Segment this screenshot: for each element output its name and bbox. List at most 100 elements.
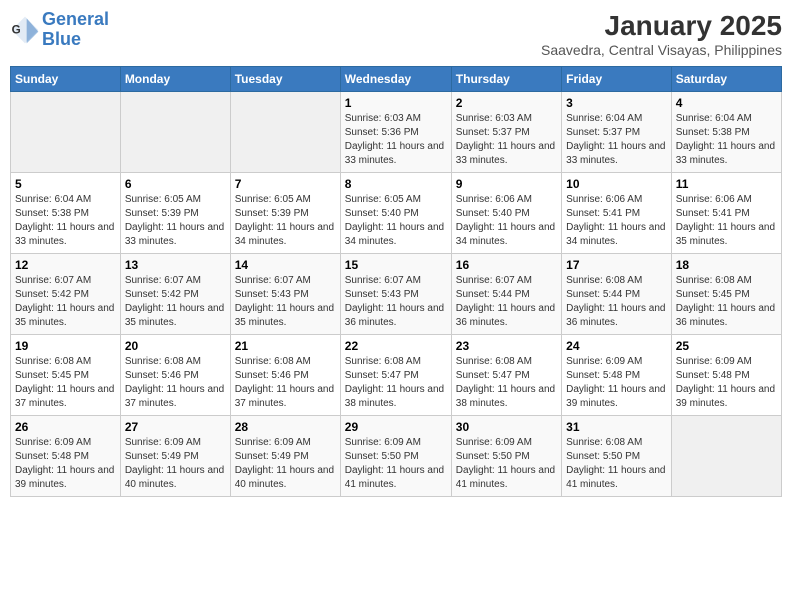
- day-info: Sunrise: 6:06 AM Sunset: 5:40 PM Dayligh…: [456, 193, 557, 249]
- cell-0-0: [11, 92, 121, 173]
- logo: G GeneralBlue: [10, 10, 109, 50]
- cell-3-3: 22 Sunrise: 6:08 AM Sunset: 5:47 PM Dayl…: [340, 335, 451, 416]
- day-number: 10: [566, 177, 667, 191]
- cell-3-0: 19 Sunrise: 6:08 AM Sunset: 5:45 PM Dayl…: [11, 335, 121, 416]
- week-row-1: 1 Sunrise: 6:03 AM Sunset: 5:36 PM Dayli…: [11, 92, 782, 173]
- subtitle: Saavedra, Central Visayas, Philippines: [541, 42, 782, 58]
- calendar-body: 1 Sunrise: 6:03 AM Sunset: 5:36 PM Dayli…: [11, 92, 782, 497]
- cell-2-1: 13 Sunrise: 6:07 AM Sunset: 5:42 PM Dayl…: [120, 254, 230, 335]
- day-info: Sunrise: 6:09 AM Sunset: 5:49 PM Dayligh…: [235, 436, 336, 492]
- day-info: Sunrise: 6:08 AM Sunset: 5:45 PM Dayligh…: [15, 355, 116, 411]
- day-info: Sunrise: 6:09 AM Sunset: 5:49 PM Dayligh…: [125, 436, 226, 492]
- weekday-row: Sunday Monday Tuesday Wednesday Thursday…: [11, 67, 782, 92]
- day-info: Sunrise: 6:07 AM Sunset: 5:44 PM Dayligh…: [456, 274, 557, 330]
- day-number: 5: [15, 177, 116, 191]
- day-number: 21: [235, 339, 336, 353]
- day-number: 1: [345, 96, 447, 110]
- calendar-table: Sunday Monday Tuesday Wednesday Thursday…: [10, 66, 782, 497]
- day-number: 27: [125, 420, 226, 434]
- day-info: Sunrise: 6:03 AM Sunset: 5:36 PM Dayligh…: [345, 112, 447, 168]
- day-number: 22: [345, 339, 447, 353]
- calendar-header: Sunday Monday Tuesday Wednesday Thursday…: [11, 67, 782, 92]
- day-info: Sunrise: 6:06 AM Sunset: 5:41 PM Dayligh…: [566, 193, 667, 249]
- day-number: 3: [566, 96, 667, 110]
- day-info: Sunrise: 6:08 AM Sunset: 5:46 PM Dayligh…: [235, 355, 336, 411]
- header-wednesday: Wednesday: [340, 67, 451, 92]
- cell-2-2: 14 Sunrise: 6:07 AM Sunset: 5:43 PM Dayl…: [230, 254, 340, 335]
- day-info: Sunrise: 6:09 AM Sunset: 5:48 PM Dayligh…: [676, 355, 777, 411]
- day-info: Sunrise: 6:05 AM Sunset: 5:40 PM Dayligh…: [345, 193, 447, 249]
- day-number: 29: [345, 420, 447, 434]
- cell-0-2: [230, 92, 340, 173]
- day-info: Sunrise: 6:08 AM Sunset: 5:46 PM Dayligh…: [125, 355, 226, 411]
- day-info: Sunrise: 6:09 AM Sunset: 5:48 PM Dayligh…: [566, 355, 667, 411]
- day-number: 7: [235, 177, 336, 191]
- day-number: 14: [235, 258, 336, 272]
- cell-0-1: [120, 92, 230, 173]
- svg-text:G: G: [12, 23, 21, 36]
- day-number: 19: [15, 339, 116, 353]
- cell-4-1: 27 Sunrise: 6:09 AM Sunset: 5:49 PM Dayl…: [120, 416, 230, 497]
- day-number: 2: [456, 96, 557, 110]
- logo-text: GeneralBlue: [42, 10, 109, 50]
- day-info: Sunrise: 6:07 AM Sunset: 5:42 PM Dayligh…: [15, 274, 116, 330]
- day-number: 24: [566, 339, 667, 353]
- week-row-3: 12 Sunrise: 6:07 AM Sunset: 5:42 PM Dayl…: [11, 254, 782, 335]
- cell-2-6: 18 Sunrise: 6:08 AM Sunset: 5:45 PM Dayl…: [671, 254, 781, 335]
- cell-2-4: 16 Sunrise: 6:07 AM Sunset: 5:44 PM Dayl…: [451, 254, 561, 335]
- day-number: 12: [15, 258, 116, 272]
- cell-0-6: 4 Sunrise: 6:04 AM Sunset: 5:38 PM Dayli…: [671, 92, 781, 173]
- day-info: Sunrise: 6:04 AM Sunset: 5:37 PM Dayligh…: [566, 112, 667, 168]
- day-number: 11: [676, 177, 777, 191]
- day-info: Sunrise: 6:03 AM Sunset: 5:37 PM Dayligh…: [456, 112, 557, 168]
- day-info: Sunrise: 6:04 AM Sunset: 5:38 PM Dayligh…: [15, 193, 116, 249]
- day-number: 6: [125, 177, 226, 191]
- day-info: Sunrise: 6:05 AM Sunset: 5:39 PM Dayligh…: [125, 193, 226, 249]
- header-monday: Monday: [120, 67, 230, 92]
- day-number: 28: [235, 420, 336, 434]
- day-number: 25: [676, 339, 777, 353]
- cell-4-2: 28 Sunrise: 6:09 AM Sunset: 5:49 PM Dayl…: [230, 416, 340, 497]
- day-info: Sunrise: 6:07 AM Sunset: 5:42 PM Dayligh…: [125, 274, 226, 330]
- day-number: 15: [345, 258, 447, 272]
- day-info: Sunrise: 6:07 AM Sunset: 5:43 PM Dayligh…: [235, 274, 336, 330]
- cell-0-5: 3 Sunrise: 6:04 AM Sunset: 5:37 PM Dayli…: [562, 92, 672, 173]
- day-info: Sunrise: 6:07 AM Sunset: 5:43 PM Dayligh…: [345, 274, 447, 330]
- cell-4-3: 29 Sunrise: 6:09 AM Sunset: 5:50 PM Dayl…: [340, 416, 451, 497]
- header-saturday: Saturday: [671, 67, 781, 92]
- main-title: January 2025: [541, 10, 782, 42]
- day-number: 31: [566, 420, 667, 434]
- cell-1-0: 5 Sunrise: 6:04 AM Sunset: 5:38 PM Dayli…: [11, 173, 121, 254]
- week-row-2: 5 Sunrise: 6:04 AM Sunset: 5:38 PM Dayli…: [11, 173, 782, 254]
- day-info: Sunrise: 6:08 AM Sunset: 5:45 PM Dayligh…: [676, 274, 777, 330]
- cell-1-5: 10 Sunrise: 6:06 AM Sunset: 5:41 PM Dayl…: [562, 173, 672, 254]
- day-info: Sunrise: 6:04 AM Sunset: 5:38 PM Dayligh…: [676, 112, 777, 168]
- day-info: Sunrise: 6:08 AM Sunset: 5:44 PM Dayligh…: [566, 274, 667, 330]
- day-number: 23: [456, 339, 557, 353]
- day-info: Sunrise: 6:09 AM Sunset: 5:48 PM Dayligh…: [15, 436, 116, 492]
- day-number: 9: [456, 177, 557, 191]
- cell-1-4: 9 Sunrise: 6:06 AM Sunset: 5:40 PM Dayli…: [451, 173, 561, 254]
- cell-4-0: 26 Sunrise: 6:09 AM Sunset: 5:48 PM Dayl…: [11, 416, 121, 497]
- day-number: 8: [345, 177, 447, 191]
- cell-1-6: 11 Sunrise: 6:06 AM Sunset: 5:41 PM Dayl…: [671, 173, 781, 254]
- header-thursday: Thursday: [451, 67, 561, 92]
- cell-4-4: 30 Sunrise: 6:09 AM Sunset: 5:50 PM Dayl…: [451, 416, 561, 497]
- cell-3-2: 21 Sunrise: 6:08 AM Sunset: 5:46 PM Dayl…: [230, 335, 340, 416]
- logo-icon: G: [10, 15, 40, 45]
- cell-1-3: 8 Sunrise: 6:05 AM Sunset: 5:40 PM Dayli…: [340, 173, 451, 254]
- day-number: 20: [125, 339, 226, 353]
- cell-0-3: 1 Sunrise: 6:03 AM Sunset: 5:36 PM Dayli…: [340, 92, 451, 173]
- cell-4-5: 31 Sunrise: 6:08 AM Sunset: 5:50 PM Dayl…: [562, 416, 672, 497]
- day-info: Sunrise: 6:09 AM Sunset: 5:50 PM Dayligh…: [456, 436, 557, 492]
- day-info: Sunrise: 6:08 AM Sunset: 5:50 PM Dayligh…: [566, 436, 667, 492]
- week-row-4: 19 Sunrise: 6:08 AM Sunset: 5:45 PM Dayl…: [11, 335, 782, 416]
- cell-3-6: 25 Sunrise: 6:09 AM Sunset: 5:48 PM Dayl…: [671, 335, 781, 416]
- cell-0-4: 2 Sunrise: 6:03 AM Sunset: 5:37 PM Dayli…: [451, 92, 561, 173]
- cell-3-1: 20 Sunrise: 6:08 AM Sunset: 5:46 PM Dayl…: [120, 335, 230, 416]
- day-info: Sunrise: 6:08 AM Sunset: 5:47 PM Dayligh…: [345, 355, 447, 411]
- cell-2-5: 17 Sunrise: 6:08 AM Sunset: 5:44 PM Dayl…: [562, 254, 672, 335]
- cell-1-1: 6 Sunrise: 6:05 AM Sunset: 5:39 PM Dayli…: [120, 173, 230, 254]
- cell-3-4: 23 Sunrise: 6:08 AM Sunset: 5:47 PM Dayl…: [451, 335, 561, 416]
- day-info: Sunrise: 6:08 AM Sunset: 5:47 PM Dayligh…: [456, 355, 557, 411]
